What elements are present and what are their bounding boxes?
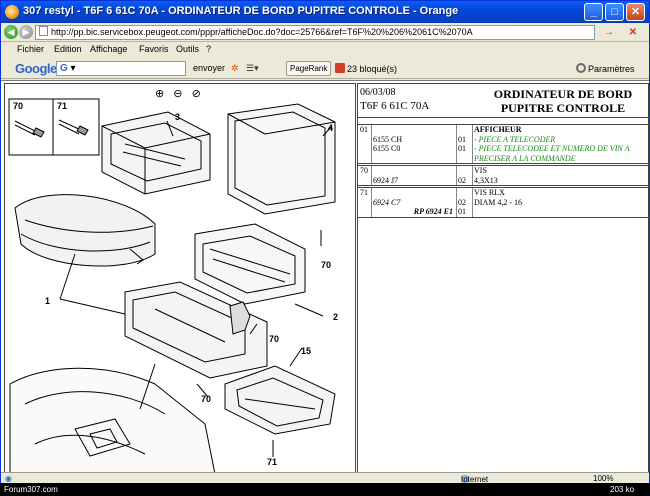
- exploded-parts-diagram: 70 71 1 2 3 4 15 70 70 70 71: [8, 98, 338, 474]
- blocked-count: 23 bloqué(s): [347, 64, 398, 74]
- document-date: 06/03/08: [360, 87, 396, 98]
- row-desc: VIS: [474, 166, 487, 175]
- menu-bar: Fichier Edition Affichage Favoris Outils…: [1, 42, 649, 58]
- hood-cover-part-1: [14, 194, 156, 267]
- support-part-15: [224, 365, 336, 435]
- dashboard-outline: [9, 367, 216, 474]
- status-page-icon: ◉: [5, 474, 12, 483]
- menu-favoris[interactable]: Favoris: [139, 44, 169, 54]
- leader-1a: [59, 298, 126, 315]
- watermark-site: Forum307.com: [4, 485, 58, 494]
- row-ref[interactable]: 6924 C7: [373, 198, 453, 208]
- row-desc: AFFICHEUR: [474, 125, 522, 134]
- row-qty: 01: [458, 144, 466, 153]
- row-desc: VIS RLX: [474, 188, 505, 197]
- row-rep: 71: [360, 188, 368, 197]
- watermark-size: 203 ko: [610, 485, 635, 494]
- table-row: 01 AFFICHEUR 6155 CH 01 - PIECE A TELECODER…: [358, 124, 650, 164]
- settings-button[interactable]: Paramètres: [576, 63, 635, 74]
- callout-4: 4: [328, 123, 333, 133]
- callout-71-inset: 71: [57, 101, 67, 111]
- callout-70-right: 70: [321, 260, 331, 270]
- menu-edition[interactable]: Edition: [54, 44, 82, 54]
- document-header: 06/03/08 T6F 6 61C 70A ORDINATEUR DE BOR…: [358, 84, 650, 118]
- window-title: 307 restyl - T6F 6 61C 70A - ORDINATEUR …: [23, 5, 459, 17]
- row-ref[interactable]: RP 6924 E1: [373, 207, 453, 217]
- address-bar: ◀ ▶ http://pp.bic.servicebox.peugeot.com…: [1, 23, 649, 42]
- callout-3: 3: [175, 112, 180, 122]
- popup-blocker-button[interactable]: 23 bloqué(s): [335, 63, 397, 74]
- document-title-line2: PUPITRE CONTROLE: [500, 101, 626, 115]
- row-qty: 02: [458, 175, 466, 185]
- browser-app-icon: [5, 5, 19, 19]
- document-reference: T6F 6 61C 70A: [360, 100, 430, 112]
- minimize-button[interactable]: _: [584, 3, 603, 21]
- close-window-button[interactable]: ✕: [626, 3, 645, 21]
- google-search-input[interactable]: G ▾: [56, 61, 186, 76]
- document-title-line1: ORDINATEUR DE BORD: [493, 87, 633, 101]
- zoom-level[interactable]: 100%: [593, 474, 613, 483]
- callout-2: 2: [333, 312, 338, 322]
- row-ref[interactable]: 6155 CH: [373, 135, 453, 145]
- parts-table: 01 AFFICHEUR 6155 CH 01 - PIECE A TELECODER…: [358, 124, 650, 219]
- back-button[interactable]: ◀: [4, 25, 18, 39]
- callout-1: 1: [45, 296, 50, 306]
- row-desc: 4,3X13: [474, 175, 498, 185]
- row-ref[interactable]: 6924 J7: [373, 176, 453, 186]
- bracket-part-2: [194, 223, 306, 305]
- stop-icon[interactable]: ✕: [625, 25, 641, 40]
- row-qty: 01: [458, 207, 466, 216]
- google-search-engine-label: G: [60, 63, 68, 74]
- toolbar-options-icon[interactable]: ☰▾: [246, 63, 259, 74]
- display-module-part-3: [101, 111, 211, 195]
- screen-part-4: [227, 103, 336, 215]
- url-text: http://pp.bic.servicebox.peugeot.com/ppp…: [51, 27, 473, 37]
- row-qty: 01: [458, 134, 466, 144]
- row-desc: - PIECE TELECODEE ET NUMERO DE VIN A: [474, 144, 630, 153]
- row-ref[interactable]: 6155 C0: [373, 144, 453, 154]
- url-input[interactable]: http://pp.bic.servicebox.peugeot.com/ppp…: [35, 25, 595, 40]
- page-content: ⊕ ⊖ ⊘ 70 71 1 2 3 4 15 70 70 70 71 06/03…: [1, 80, 650, 474]
- callout-70-low: 70: [201, 394, 211, 404]
- callout-70-mid: 70: [269, 334, 279, 344]
- row-qty: 02: [458, 197, 466, 207]
- forward-button[interactable]: ▶: [19, 25, 33, 39]
- row-rep: 70: [360, 166, 368, 175]
- google-logo-text: Google: [15, 61, 57, 76]
- sparkle-icon[interactable]: ✲: [231, 63, 239, 74]
- parts-info-panel: 06/03/08 T6F 6 61C 70A ORDINATEUR DE BOR…: [357, 83, 650, 473]
- row-desc: - PIECE A TELECODER: [474, 134, 556, 144]
- settings-label: Paramètres: [588, 64, 635, 74]
- row-desc: PRECISER A LA COMMANDE: [474, 153, 576, 163]
- document-title: ORDINATEUR DE BORD PUPITRE CONTROLE: [478, 87, 648, 115]
- page-icon: [39, 26, 48, 36]
- go-icon[interactable]: →: [601, 25, 617, 40]
- browser-window: 307 restyl - T6F 6 61C 70A - ORDINATEUR …: [0, 0, 650, 484]
- callout-15: 15: [301, 346, 311, 356]
- table-row: 70 VIS 6924 J7 02 4,3X13: [358, 165, 650, 186]
- menu-fichier[interactable]: Fichier: [17, 44, 44, 54]
- watermark-bar: Forum307.com 203 ko: [0, 483, 650, 496]
- menu-help[interactable]: ?: [206, 44, 211, 54]
- menu-outils[interactable]: Outils: [176, 44, 199, 54]
- send-search-button[interactable]: envoyer: [193, 63, 225, 73]
- blocked-icon: [335, 63, 345, 73]
- leader-2: [294, 303, 324, 317]
- menu-affichage[interactable]: Affichage: [90, 44, 127, 54]
- maximize-button[interactable]: □: [605, 3, 624, 21]
- title-bar: 307 restyl - T6F 6 61C 70A - ORDINATEUR …: [1, 1, 649, 23]
- google-toolbar: Google G ▾ envoyer ✲ ☰▾ PageRank 23 bloq…: [1, 58, 649, 79]
- callout-70-inset: 70: [13, 101, 23, 111]
- gear-icon: [576, 63, 586, 73]
- pagerank-button[interactable]: PageRank: [286, 61, 332, 76]
- google-logo: Google: [15, 61, 57, 76]
- callout-71-bottom: 71: [267, 457, 277, 467]
- row-desc: DIAM 4,2 - 16: [474, 197, 522, 207]
- table-row: 71 VIS RLX 6924 C7 02 DIAM 4,2 - 16 RP 6924…: [358, 187, 650, 218]
- exploded-view-panel: ⊕ ⊖ ⊘ 70 71 1 2 3 4 15 70 70 70 71: [4, 83, 356, 474]
- row-rep: 01: [360, 125, 368, 134]
